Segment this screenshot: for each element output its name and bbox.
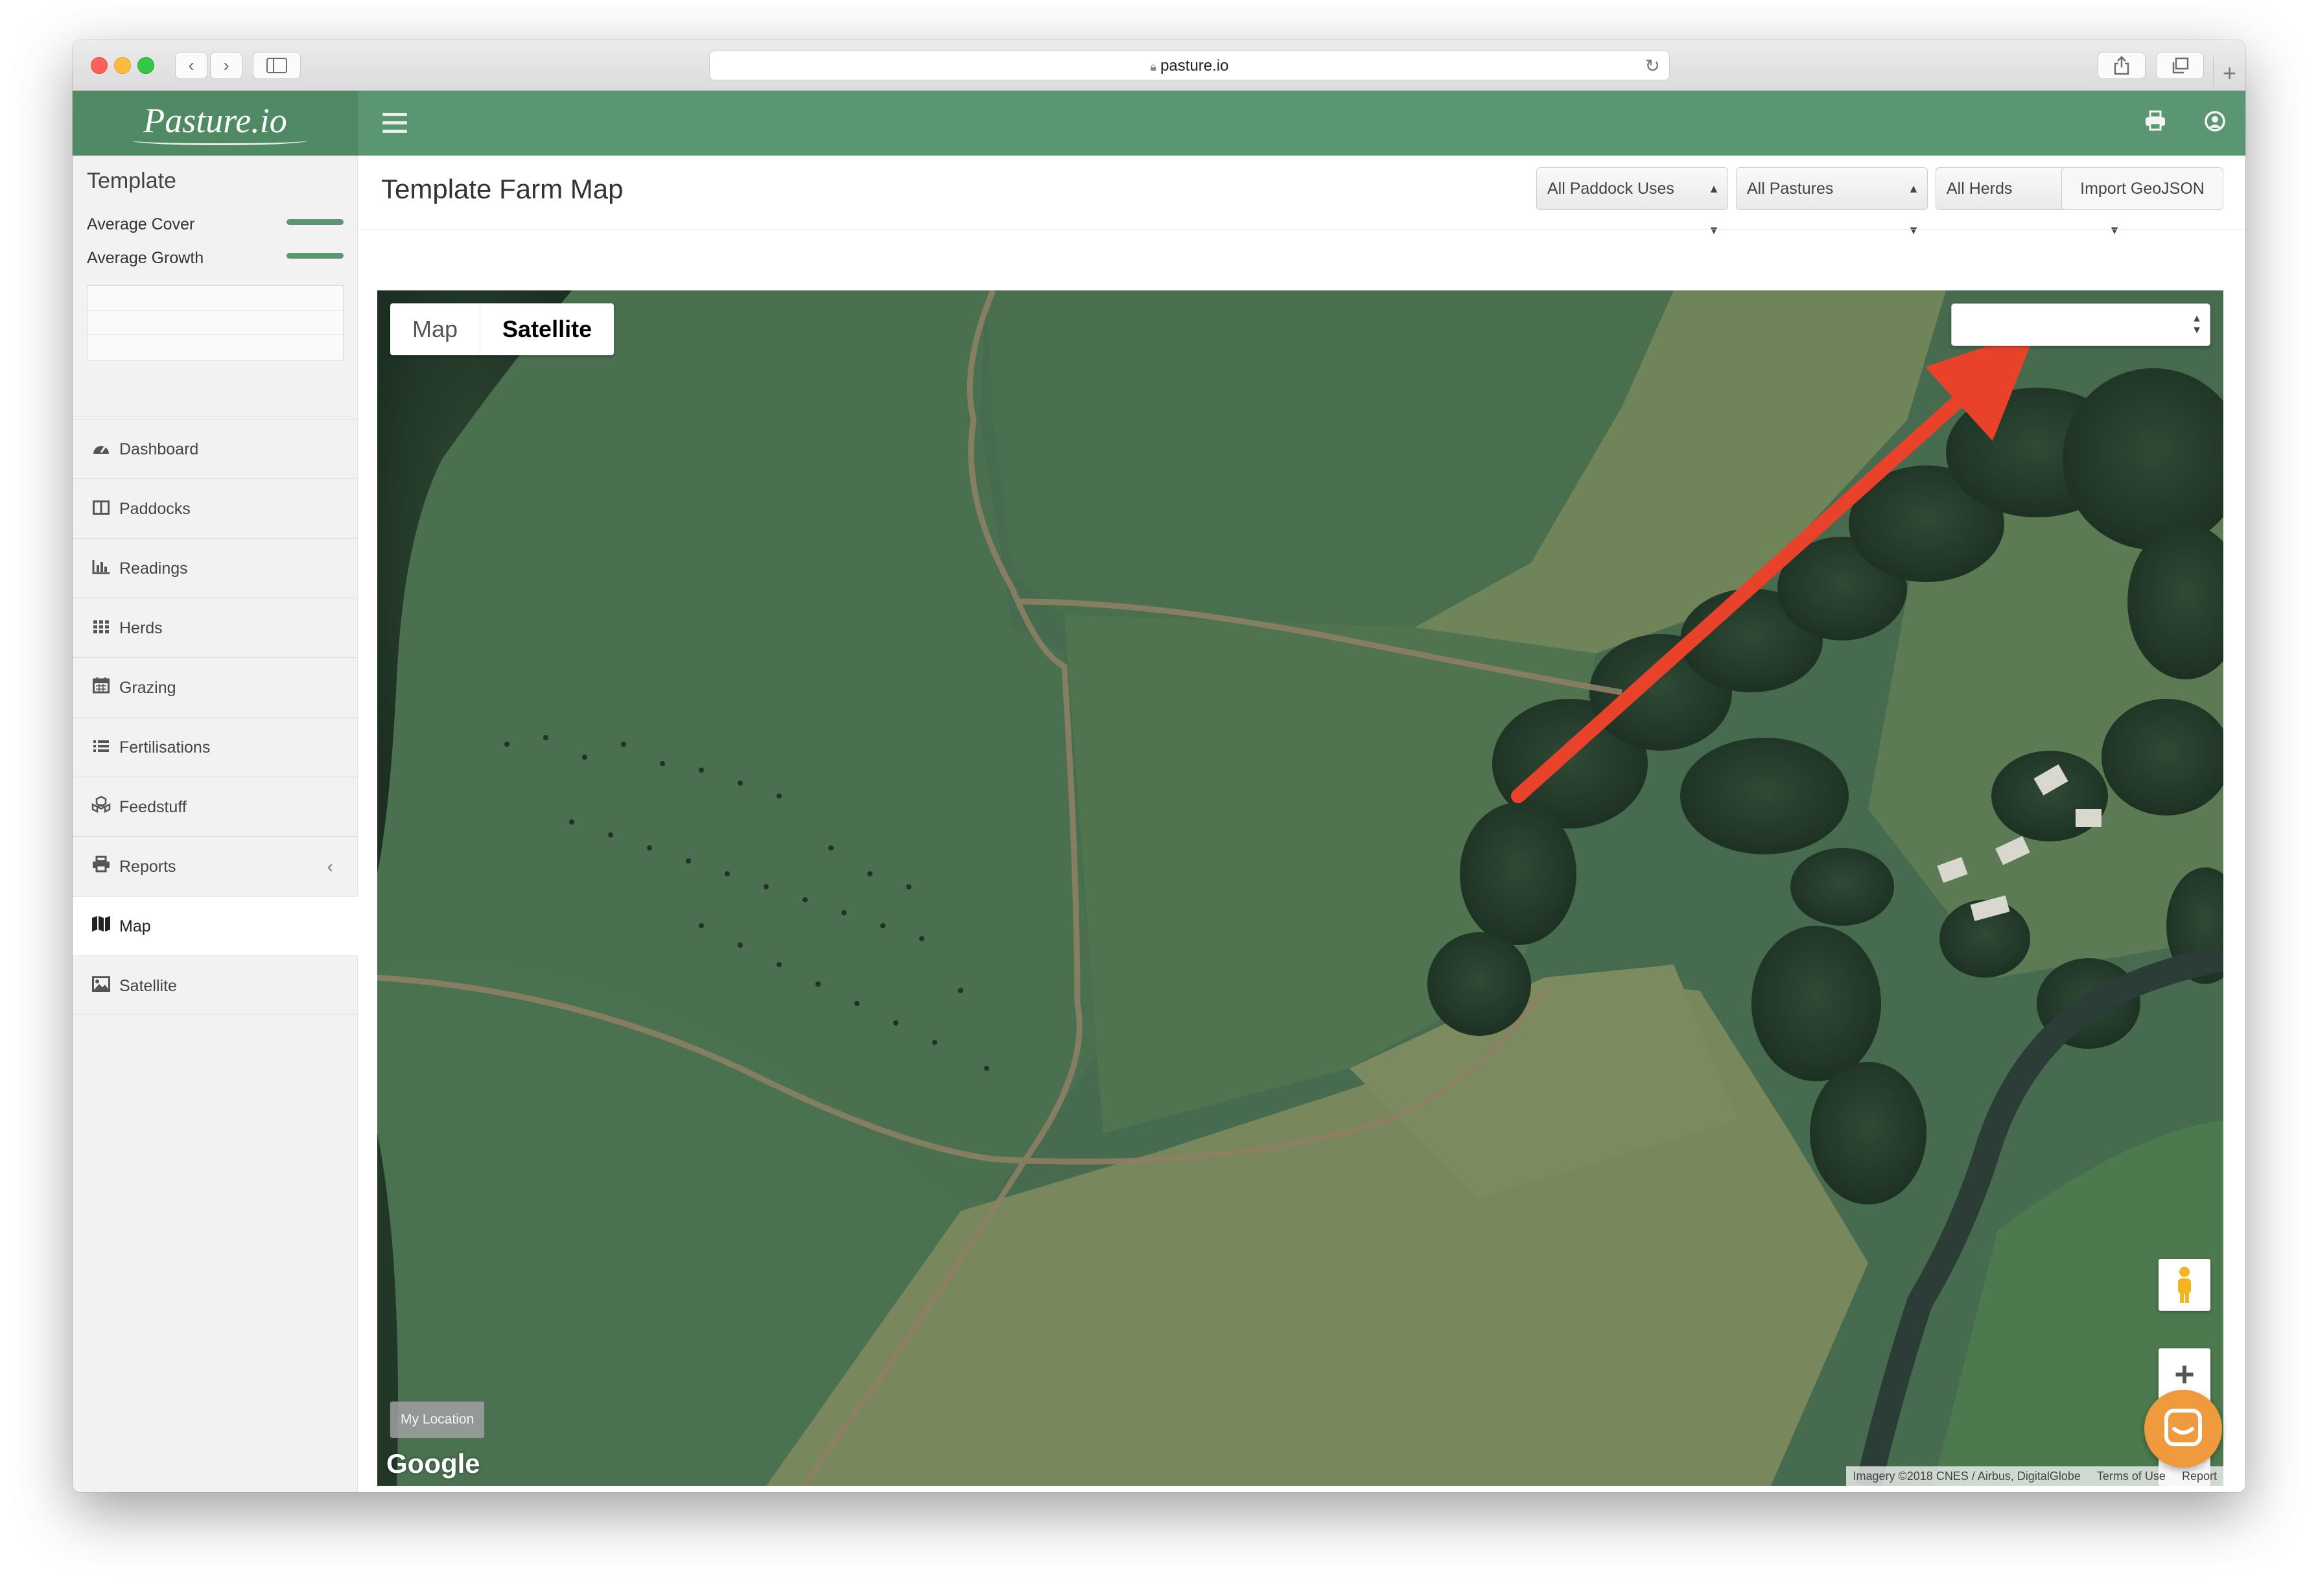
browser-titlebar: ‹ › 🔒︎ pasture.io ↻ + [73, 40, 2245, 91]
select-arrows-icon: ▲▼ [1708, 182, 1720, 237]
columns-icon [91, 479, 111, 539]
chat-icon [2164, 1409, 2202, 1446]
grid-icon [91, 598, 111, 658]
sidebar-item-label: Dashboard [119, 440, 199, 458]
paddock-uses-value: All Paddock Uses [1547, 180, 1674, 198]
maximize-window-button[interactable] [137, 57, 154, 74]
plus-icon: + [2222, 60, 2237, 86]
sidebar-icon [266, 58, 287, 73]
sidebar-item-feedstuff[interactable]: Feedstuff [73, 777, 358, 836]
sidebar-item-grazing[interactable]: Grazing [73, 657, 358, 717]
map-layer-select[interactable]: ▲ ▼ [1951, 303, 2210, 346]
url-text: pasture.io [1160, 57, 1229, 75]
average-cover-bar [287, 219, 344, 225]
my-location-button[interactable]: My Location [390, 1402, 485, 1438]
average-growth-bar [287, 253, 344, 259]
sidebar-toggle-button[interactable] [253, 52, 301, 79]
user-icon[interactable] [2204, 110, 2226, 138]
paddock-uses-select[interactable]: All Paddock Uses ▲ ▼ [1536, 167, 1728, 237]
sidebar-item-label: Feedstuff [119, 798, 187, 816]
map-attribution: Imagery ©2018 CNES / Airbus, DigitalGlob… [1846, 1466, 2223, 1486]
printer-icon[interactable] [2144, 110, 2166, 137]
reload-icon[interactable]: ↻ [1645, 51, 1660, 81]
tachometer-icon [91, 419, 111, 479]
logo-swoosh [132, 136, 307, 145]
sidebar-item-label: Map [119, 917, 151, 935]
browser-window: ‹ › 🔒︎ pasture.io ↻ + Pasture.io Templat… [73, 40, 2245, 1492]
satellite-map[interactable]: Map Satellite ▲▼ + − My Location Google … [377, 290, 2223, 1486]
sidebar-item-fertilisations[interactable]: Fertilisations [73, 717, 358, 777]
stats-table [87, 285, 344, 360]
header-divider [358, 229, 2245, 230]
terms-of-use-link[interactable]: Terms of Use [2090, 1470, 2172, 1483]
page-title: Template Farm Map [381, 174, 624, 204]
select-arrows-icon: ▲▼ [2192, 313, 2202, 336]
calendar-icon [91, 658, 111, 718]
minimize-window-button[interactable] [114, 57, 131, 74]
sidebar-nav: Dashboard Paddocks Readings Herds Grazin… [73, 419, 358, 1015]
pegman-icon [2178, 1267, 2191, 1303]
main-content: Template Farm Map All Paddock Uses ▲ ▼ Al… [358, 156, 2245, 1492]
import-geojson-button[interactable]: Import GeoJSON [2061, 167, 2223, 210]
pastures-value: All Pastures [1747, 180, 1834, 198]
printer-icon [91, 837, 111, 897]
sidebar-item-herds[interactable]: Herds [73, 598, 358, 657]
sidebar-item-dashboard[interactable]: Dashboard [73, 419, 358, 478]
forward-button[interactable]: › [210, 52, 242, 79]
image-icon [91, 956, 111, 1016]
map-type-control: Map Satellite [390, 303, 615, 355]
sidebar: Template Average Cover Average Growth Da… [73, 156, 358, 1492]
tabs-overview-button[interactable] [2156, 52, 2204, 79]
average-growth-label: Average Growth [87, 249, 204, 267]
sidebar-item-label: Fertilisations [119, 738, 211, 757]
cubes-icon [91, 777, 111, 837]
logo[interactable]: Pasture.io [73, 91, 358, 156]
satellite-imagery [377, 290, 2223, 1486]
sidebar-item-reports[interactable]: Reports ‹ [73, 836, 358, 896]
sidebar-item-label: Readings [119, 559, 188, 578]
list-icon [91, 718, 111, 777]
sidebar-item-label: Reports [119, 858, 176, 876]
new-tab-button[interactable]: + [2213, 57, 2245, 91]
map-icon [91, 897, 111, 956]
address-bar[interactable]: 🔒︎ pasture.io ↻ [709, 51, 1670, 80]
back-button[interactable]: ‹ [175, 52, 207, 79]
sidebar-item-satellite[interactable]: Satellite [73, 956, 358, 1015]
sidebar-item-readings[interactable]: Readings [73, 538, 358, 598]
logo-text: Pasture.io [143, 101, 287, 140]
tabs-icon [2172, 57, 2189, 74]
google-logo: Google [386, 1448, 480, 1479]
average-cover-label: Average Cover [87, 215, 195, 233]
hamburger-icon[interactable] [382, 113, 407, 134]
imagery-attribution: Imagery ©2018 CNES / Airbus, DigitalGlob… [1853, 1470, 2081, 1483]
sidebar-item-map[interactable]: Map [73, 896, 358, 956]
map-type-map-button[interactable]: Map [390, 303, 480, 355]
chat-widget-button[interactable] [2144, 1390, 2222, 1468]
chevron-left-icon: ‹ [188, 55, 194, 75]
bar-chart-icon [91, 539, 111, 598]
map-type-satellite-button[interactable]: Satellite [480, 303, 614, 355]
share-button[interactable] [2098, 52, 2146, 79]
close-window-button[interactable] [91, 57, 108, 74]
report-link[interactable]: Report [2175, 1470, 2223, 1483]
sidebar-item-label: Paddocks [119, 500, 191, 518]
street-view-pegman[interactable] [2159, 1259, 2210, 1311]
lock-icon: 🔒︎ [1150, 60, 1157, 73]
chevron-right-icon: › [223, 55, 229, 75]
farm-title: Template [87, 169, 176, 193]
sidebar-item-label: Satellite [119, 977, 177, 995]
select-arrows-icon: ▲▼ [1908, 182, 1919, 237]
sidebar-item-label: Herds [119, 619, 163, 637]
chevron-left-icon: ‹ [327, 856, 333, 876]
share-icon [2114, 56, 2129, 75]
herds-value: All Herds [1947, 180, 2013, 198]
sidebar-item-paddocks[interactable]: Paddocks [73, 478, 358, 538]
app-header: Pasture.io [73, 91, 2245, 156]
pastures-select[interactable]: All Pastures ▲ ▼ [1736, 167, 1928, 237]
sidebar-item-label: Grazing [119, 679, 176, 697]
